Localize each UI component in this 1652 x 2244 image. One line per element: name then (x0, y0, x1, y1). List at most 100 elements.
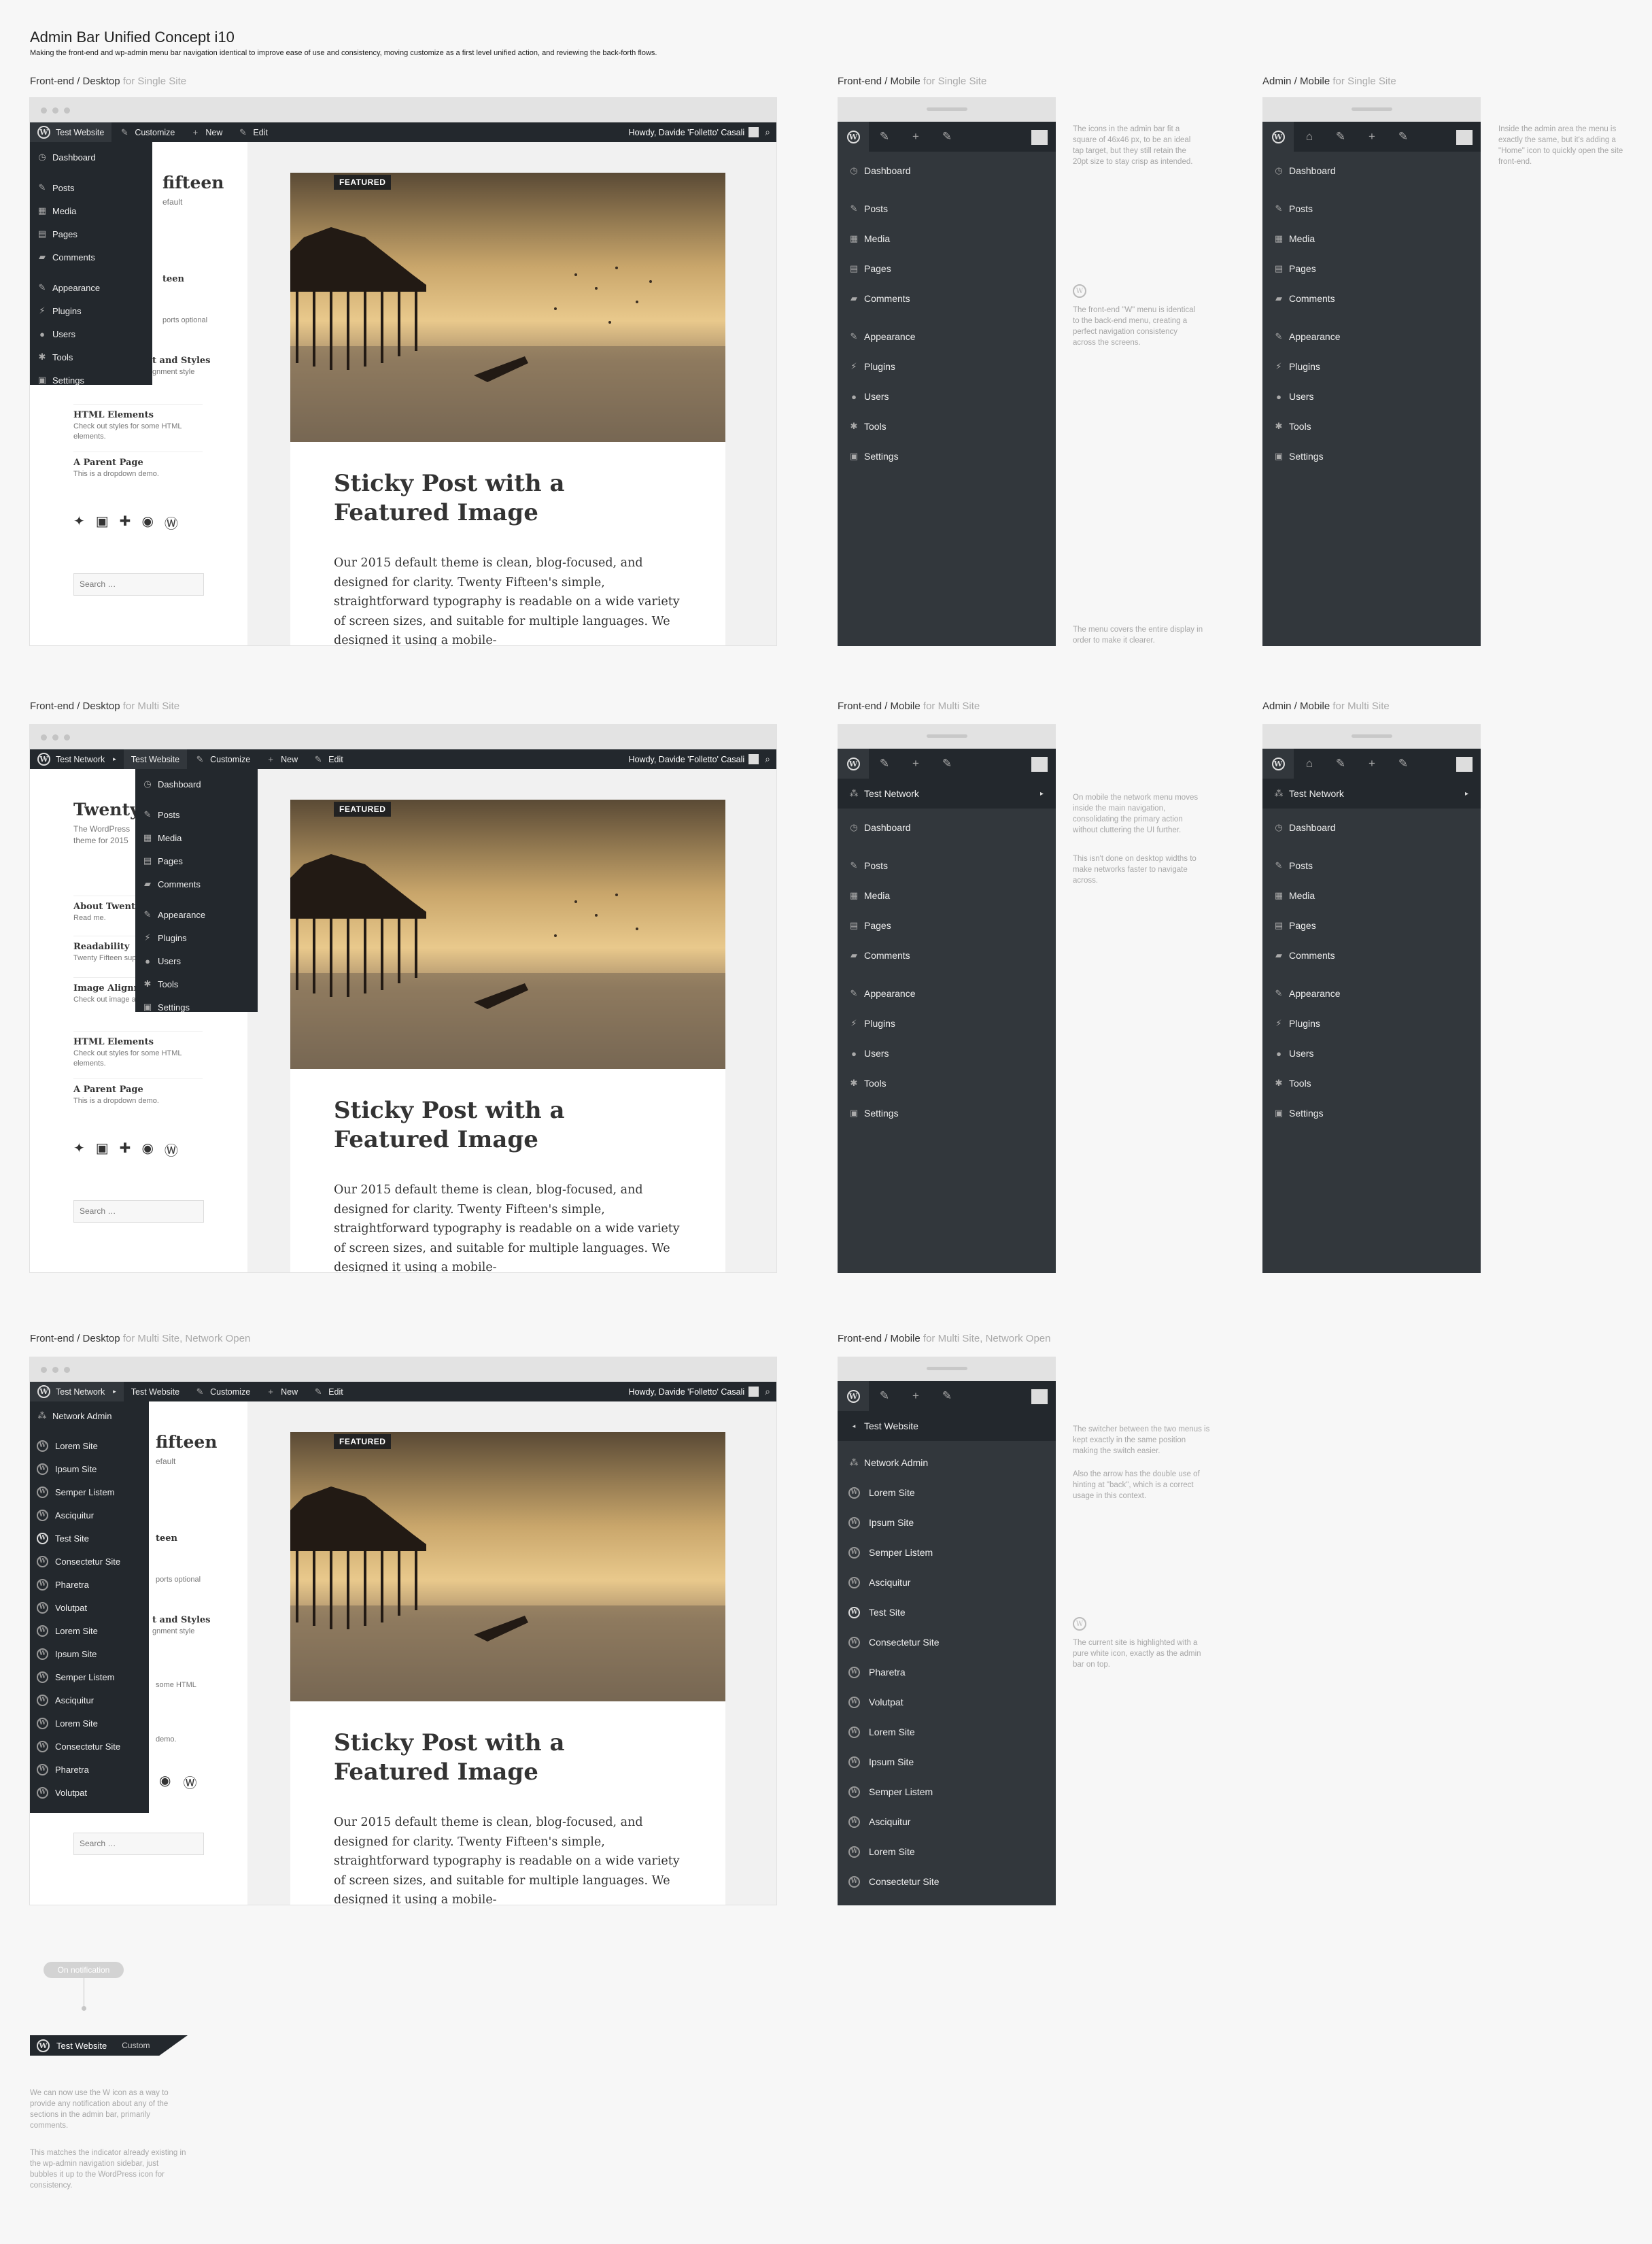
menu-users[interactable]: ● Users (30, 322, 152, 345)
pencil-icon[interactable]: ✎ (1388, 122, 1419, 152)
network-site-item[interactable]: W Ipsum Site (838, 1508, 1056, 1537)
googleplus-icon[interactable]: ✚ (120, 513, 131, 532)
menu-tools[interactable]: ✱ Tools (1262, 411, 1481, 441)
menu-pages[interactable]: ▤ Pages (30, 222, 152, 245)
widget-about[interactable]: About Twenty Fifteen (73, 902, 138, 912)
network-site-item[interactable]: W Asciquitur (30, 1688, 149, 1712)
menu-tools[interactable]: ✱ Tools (30, 345, 152, 369)
menu-pages[interactable]: ▤ Pages (838, 254, 1056, 284)
network-site-item[interactable]: W Semper Listem (838, 1777, 1056, 1807)
network-site-item[interactable]: W Asciquitur (838, 1807, 1056, 1837)
network-menu-button[interactable]: W Test Network ▸ (30, 1382, 124, 1401)
menu-comments[interactable]: ▰ Comments (1262, 284, 1481, 313)
network-switch[interactable]: ⁂ Test Network ▸ (838, 779, 1056, 809)
search-icon[interactable]: ⌕ (765, 126, 770, 138)
menu-pages[interactable]: ▤ Pages (838, 911, 1056, 940)
post-title[interactable]: Sticky Post with a Featured Image (334, 469, 687, 528)
new-button[interactable]: + New (258, 1382, 305, 1401)
search-input[interactable]: Search … (73, 1833, 204, 1855)
widget-readability[interactable]: Readability (73, 942, 138, 952)
customize-icon[interactable]: ✎ (869, 1381, 900, 1411)
menu-tools[interactable]: ✱ Tools (838, 411, 1056, 441)
github-icon[interactable]: ◉ (159, 1772, 171, 1792)
search-input[interactable]: Search … (73, 1200, 204, 1223)
howdy-label[interactable]: Howdy, Davide 'Folletto' Casali (629, 128, 745, 137)
wordpress-icon[interactable]: Ⓦ (165, 1140, 178, 1159)
site-menu-button[interactable]: Test Website (124, 1382, 187, 1401)
wordpress-icon[interactable]: Ⓦ (165, 513, 178, 532)
avatar[interactable] (748, 127, 759, 137)
menu-posts[interactable]: ✎ Posts (838, 194, 1056, 224)
widget-parent-page[interactable]: A Parent Page (73, 1085, 203, 1095)
network-site-item[interactable]: W Consectetur Site (838, 1627, 1056, 1657)
menu-tools[interactable]: ✱ Tools (1262, 1068, 1481, 1098)
github-icon[interactable]: ◉ (141, 1140, 153, 1159)
twitter-icon[interactable]: ✦ (73, 1140, 85, 1159)
wordpress-icon[interactable]: Ⓦ (183, 1772, 196, 1792)
avatar[interactable] (1456, 757, 1473, 772)
menu-users[interactable]: ● Users (135, 949, 258, 972)
menu-settings[interactable]: ▣ Settings (30, 369, 152, 392)
menu-appearance[interactable]: ✎ Appearance (1262, 979, 1481, 1008)
plus-icon[interactable]: + (900, 749, 931, 779)
network-site-item[interactable]: W Semper Listem (30, 1665, 149, 1688)
network-site-item[interactable]: W Volutpat (30, 1596, 149, 1619)
customize-icon[interactable]: ✎ (869, 749, 900, 779)
wordpress-menu-button[interactable]: W (838, 1381, 869, 1411)
menu-dashboard[interactable]: ◷ Dashboard (30, 146, 152, 169)
customize-partial[interactable]: Custom (122, 2041, 150, 2050)
menu-comments[interactable]: ▰ Comments (30, 245, 152, 269)
menu-plugins[interactable]: ⚡ Plugins (838, 352, 1056, 381)
menu-plugins[interactable]: ⚡ Plugins (838, 1008, 1056, 1038)
menu-comments[interactable]: ▰ Comments (1262, 940, 1481, 970)
menu-settings[interactable]: ▣ Settings (838, 1098, 1056, 1128)
avatar[interactable] (1031, 130, 1048, 145)
menu-settings[interactable]: ▣ Settings (1262, 1098, 1481, 1128)
network-site-item[interactable]: W Lorem Site (838, 1717, 1056, 1747)
menu-media[interactable]: ▦ Media (135, 826, 258, 849)
menu-dashboard[interactable]: ◷ Dashboard (1262, 156, 1481, 186)
pencil-icon[interactable]: ✎ (931, 1381, 963, 1411)
menu-posts[interactable]: ✎ Posts (30, 176, 152, 199)
site-menu-button[interactable]: Test Website (56, 2041, 107, 2051)
widget-img-fragment[interactable]: t and Styles (152, 356, 281, 366)
network-site-item[interactable]: W Semper Listem (838, 1537, 1056, 1567)
network-site-item[interactable]: W Consectetur Site (30, 1550, 149, 1573)
network-site-item[interactable]: W Lorem Site (30, 1619, 149, 1642)
customize-icon[interactable]: ✎ (1325, 122, 1356, 152)
menu-settings[interactable]: ▣ Settings (1262, 441, 1481, 471)
menu-users[interactable]: ● Users (838, 1038, 1056, 1068)
menu-users[interactable]: ● Users (1262, 1038, 1481, 1068)
menu-plugins[interactable]: ⚡ Plugins (1262, 352, 1481, 381)
menu-media[interactable]: ▦ Media (838, 881, 1056, 911)
menu-dashboard[interactable]: ◷ Dashboard (135, 772, 258, 796)
customize-icon[interactable]: ✎ (1325, 749, 1356, 779)
network-site-item[interactable]: W Consectetur Site (30, 1735, 149, 1758)
wordpress-menu-button[interactable]: W (838, 122, 869, 152)
network-site-item[interactable]: W Volutpat (838, 1687, 1056, 1717)
back-to-site[interactable]: ◂ Test Website (838, 1411, 1056, 1441)
network-site-item[interactable]: W Lorem Site (30, 1712, 149, 1735)
site-menu-button[interactable]: Test Website (123, 749, 188, 769)
twitter-icon[interactable]: ✦ (73, 513, 85, 532)
menu-media[interactable]: ▦ Media (1262, 881, 1481, 911)
menu-plugins[interactable]: ⚡ Plugins (1262, 1008, 1481, 1038)
widget-img-fragment[interactable]: t and Styles (152, 1615, 281, 1625)
googleplus-icon[interactable]: ✚ (120, 1140, 131, 1159)
menu-media[interactable]: ▦ Media (30, 199, 152, 222)
avatar[interactable] (748, 1387, 759, 1397)
home-icon[interactable]: ⌂ (1294, 122, 1325, 152)
pencil-icon[interactable]: ✎ (931, 122, 963, 152)
menu-settings[interactable]: ▣ Settings (135, 996, 258, 1019)
wordpress-icon[interactable]: W (37, 2039, 50, 2052)
network-site-item[interactable]: W Ipsum Site (838, 1747, 1056, 1777)
search-input[interactable]: Search … (73, 573, 204, 596)
customize-button[interactable]: ✎ Customize (111, 122, 182, 142)
network-site-item[interactable]: W Pharetra (30, 1758, 149, 1781)
avatar[interactable] (1031, 1389, 1048, 1404)
network-site-item[interactable]: W Ipsum Site (30, 1642, 149, 1665)
avatar[interactable] (1456, 130, 1473, 145)
menu-posts[interactable]: ✎ Posts (135, 803, 258, 826)
customize-button[interactable]: ✎ Customize (187, 1382, 258, 1401)
network-site-item[interactable]: W Test Site (838, 1597, 1056, 1627)
